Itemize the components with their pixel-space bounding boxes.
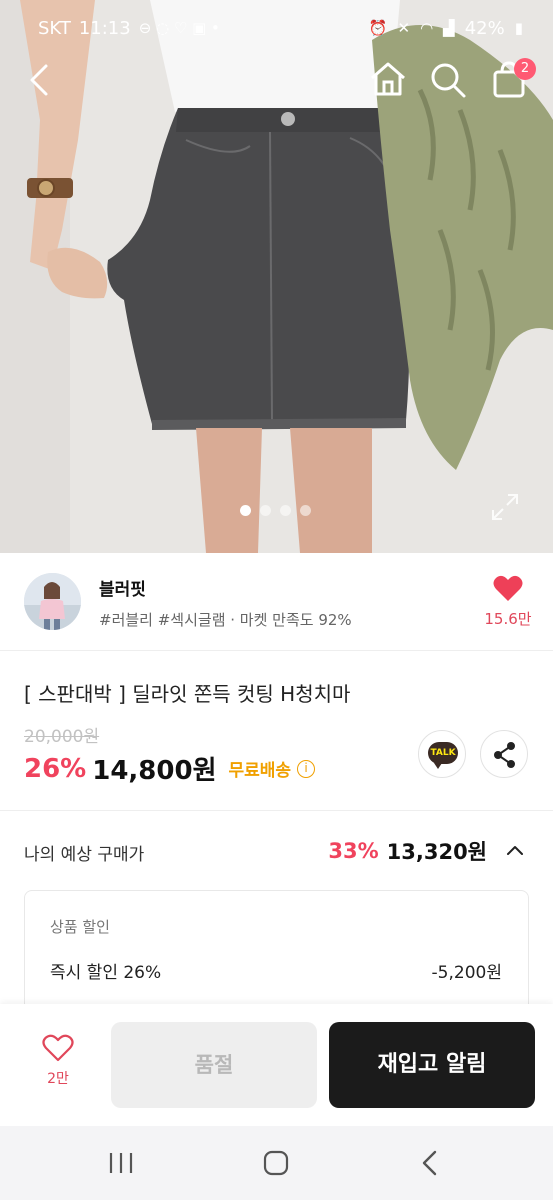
section-divider (0, 810, 553, 811)
status-bar: SKT 11:13 ⊖ ◌ ♡ ▣ • ⏰ ✕ ◠ ▟ 42% ▮ (0, 0, 553, 56)
chevron-left-icon (30, 64, 48, 96)
carousel-dot[interactable] (280, 505, 291, 516)
discount-item-label: 즉시 할인 26% (50, 963, 162, 983)
carousel-dot[interactable] (260, 505, 271, 516)
signal-icon: ▟ (443, 19, 455, 37)
product-photo (0, 0, 553, 553)
kakao-talk-icon: TALK (428, 742, 458, 769)
mute-icon: ✕ (397, 19, 411, 37)
cart-button[interactable]: 2 (488, 58, 536, 102)
wishlist-button[interactable]: 2만 (30, 1034, 86, 1088)
share-button[interactable] (480, 730, 528, 778)
shop-info-row[interactable]: 블러핏 #러블리 #섹시글램 · 마켓 만족도 92% 15.6만 (0, 553, 553, 651)
shop-avatar-image (24, 573, 81, 630)
battery-level: 42% (464, 17, 505, 39)
restock-alert-button[interactable]: 재입고 알림 (329, 1022, 535, 1108)
expand-image-button[interactable] (490, 492, 520, 522)
share-icon (494, 742, 515, 768)
price-row: 26% 14,800원 무료배송 i (24, 750, 316, 787)
carousel-indicator (240, 505, 311, 516)
expected-price-value: 33% 13,320원 (328, 836, 525, 866)
clock: 11:13 (78, 17, 131, 39)
system-back-button[interactable] (411, 1148, 451, 1178)
cart-count-badge: 2 (514, 58, 536, 80)
purchase-action-bar: 2만 품절 재입고 알림 (0, 1004, 553, 1126)
recents-button[interactable] (101, 1148, 141, 1178)
sale-price: 14,800원 (92, 756, 217, 786)
heart-filled-icon (493, 575, 523, 601)
shop-tags: #러블리 #섹시글램 · 마켓 만족도 92% (99, 611, 352, 629)
shop-like-button[interactable]: 15.6만 (480, 575, 536, 629)
battery-icon: ▮ (514, 19, 523, 37)
product-title: [ 스판대박 ] 딜라잇 쫀득 컷팅 H청치마 (24, 682, 351, 706)
search-icon (431, 63, 466, 98)
discount-rate: 26% (24, 753, 87, 784)
home-button[interactable] (366, 58, 410, 102)
search-button[interactable] (426, 58, 470, 102)
carousel-dot[interactable] (240, 505, 251, 516)
expected-price-label: 나의 예상 구매가 (24, 845, 145, 865)
product-image-carousel[interactable]: SKT 11:13 ⊖ ◌ ♡ ▣ • ⏰ ✕ ◠ ▟ 42% ▮ 2 (0, 0, 553, 553)
recents-icon (109, 1153, 133, 1173)
chevron-up-icon[interactable] (505, 841, 525, 861)
expected-price: 13,320원 (386, 840, 487, 864)
carousel-dot[interactable] (300, 505, 311, 516)
system-navigation-bar (0, 1126, 553, 1200)
free-shipping-label: 무료배송 (228, 761, 292, 781)
system-home-button[interactable] (256, 1148, 296, 1178)
home-square-icon (263, 1150, 289, 1176)
expand-icon (492, 494, 518, 520)
shop-name[interactable]: 블러핏 (99, 575, 146, 600)
original-price: 20,000원 (24, 727, 100, 747)
expected-price-toggle[interactable]: 나의 예상 구매가 33% 13,320원 (0, 812, 553, 890)
notification-icons: ⊖ ◌ ♡ ▣ • (138, 19, 220, 37)
carrier-label: SKT (38, 17, 71, 39)
expected-discount-rate: 33% (328, 839, 379, 863)
wifi-icon: ◠ (420, 19, 434, 37)
heart-outline-icon (42, 1034, 74, 1062)
back-button[interactable] (22, 58, 62, 102)
alarm-icon: ⏰ (368, 19, 388, 37)
discount-item-amount: -5,200원 (431, 963, 502, 983)
home-icon (371, 62, 405, 96)
wishlist-count: 2만 (47, 1071, 69, 1087)
discount-section-title: 상품 할인 (50, 918, 110, 936)
soldout-button: 품절 (111, 1022, 317, 1108)
discount-detail-box: 상품 할인 즉시 할인 26% -5,200원 (24, 890, 529, 1020)
info-icon[interactable]: i (297, 759, 316, 778)
chevron-left-icon (422, 1150, 437, 1176)
shop-avatar[interactable] (24, 573, 81, 630)
kakao-talk-button[interactable]: TALK (418, 730, 466, 778)
shop-like-count: 15.6만 (484, 610, 532, 628)
